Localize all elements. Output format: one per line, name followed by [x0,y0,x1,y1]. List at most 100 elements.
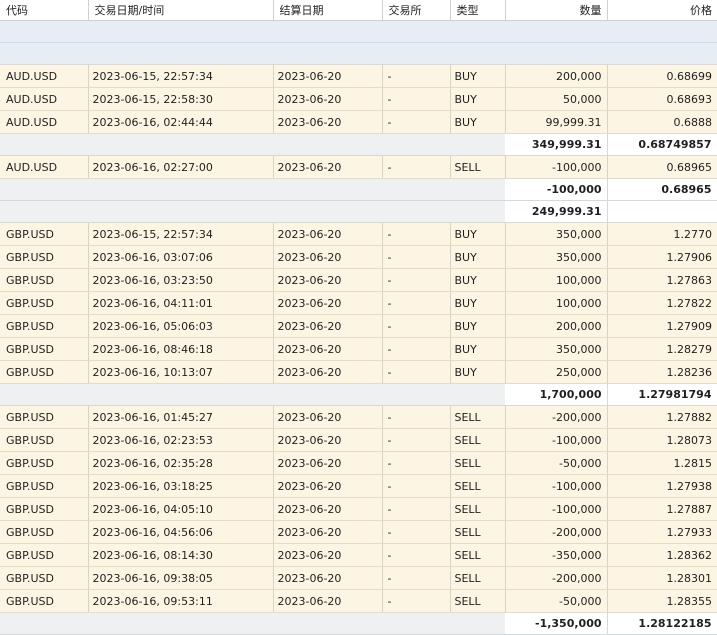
table-row[interactable]: GBP.USD 2023-06-16, 08:46:18 2023-06-20- BU… [0,337,717,361]
cell-quantity: 200,000 [505,314,608,338]
cell-price: 1.28301 [607,566,717,590]
cell-settle-date: 2023-06-20 [273,360,383,384]
cell-quantity: -100,000 [505,474,608,498]
cell-settle-date: 2023-06-20 [273,520,383,544]
cell-exchange: - [382,360,451,384]
table-row[interactable]: AUD.USD 2023-06-15, 22:58:30 2023-06-20- BU… [0,87,717,111]
cell-type: SELL [450,520,506,544]
cell-exchange: - [382,87,451,111]
cell-price: 1.2770 [607,222,717,246]
cell-quantity: 250,000 [505,360,608,384]
header-settle-date[interactable]: 结算日期 [273,0,383,21]
table-row[interactable]: GBP.USD 2023-06-16, 04:11:01 2023-06-20- BU… [0,291,717,315]
table-row[interactable]: GBP.USD 2023-06-16, 03:23:50 2023-06-20- BU… [0,268,717,292]
subtotal-quantity: -1,350,000 [505,612,608,635]
cell-settle-date: 2023-06-20 [273,155,383,179]
cell-type: SELL [450,405,506,429]
cell-symbol: GBP.USD [0,474,89,498]
table-row[interactable]: GBP.USD 2023-06-16, 02:23:53 2023-06-20- SE… [0,428,717,452]
cell-exchange: - [382,337,451,361]
cell-trade-datetime: 2023-06-16, 02:27:00 [88,155,274,179]
cell-symbol: GBP.USD [0,589,89,613]
cell-settle-date: 2023-06-20 [273,245,383,269]
cell-symbol: GBP.USD [0,451,89,475]
cell-exchange: - [382,474,451,498]
cell-symbol: GBP.USD [0,314,89,338]
cell-symbol: GBP.USD [0,566,89,590]
cell-exchange: - [382,543,451,567]
table-row[interactable]: GBP.USD 2023-06-15, 22:57:34 2023-06-20- BU… [0,222,717,246]
header-trade-datetime[interactable]: 交易日期/时间 [88,0,274,21]
table-row[interactable]: GBP.USD 2023-06-16, 01:45:27 2023-06-20- SE… [0,405,717,429]
header-exchange[interactable]: 交易所 [382,0,451,21]
cell-settle-date: 2023-06-20 [273,428,383,452]
cell-quantity: -100,000 [505,497,608,521]
cell-settle-date: 2023-06-20 [273,589,383,613]
cell-quantity: -50,000 [505,589,608,613]
table-row[interactable]: GBP.USD 2023-06-16, 09:38:05 2023-06-20- SE… [0,566,717,590]
cell-price: 1.27909 [607,314,717,338]
cell-price: 0.68693 [607,87,717,111]
cell-price: 1.27887 [607,497,717,521]
cell-quantity: -100,000 [505,428,608,452]
cell-type: BUY [450,64,506,88]
cell-quantity: 100,000 [505,268,608,292]
cell-type: BUY [450,222,506,246]
subtotal-quantity: 1,700,000 [505,383,608,406]
cell-type: BUY [450,110,506,134]
cell-trade-datetime: 2023-06-16, 03:18:25 [88,474,274,498]
cell-price: 1.2815 [607,451,717,475]
cell-symbol: GBP.USD [0,222,89,246]
header-price[interactable]: 价格 [607,0,717,21]
cell-settle-date: 2023-06-20 [273,566,383,590]
cell-trade-datetime: 2023-06-16, 05:06:03 [88,314,274,338]
cell-trade-datetime: 2023-06-16, 03:23:50 [88,268,274,292]
table-row[interactable]: GBP.USD 2023-06-16, 04:56:06 2023-06-20- SE… [0,520,717,544]
cell-trade-datetime: 2023-06-15, 22:57:34 [88,64,274,88]
cell-symbol: GBP.USD [0,268,89,292]
cell-type: SELL [450,155,506,179]
cell-type: SELL [450,451,506,475]
table-row[interactable]: GBP.USD 2023-06-16, 10:13:07 2023-06-20- BU… [0,360,717,384]
cell-price: 1.27933 [607,520,717,544]
cell-price: 1.27938 [607,474,717,498]
table-row[interactable]: GBP.USD 2023-06-16, 08:14:30 2023-06-20- SE… [0,543,717,567]
cell-exchange: - [382,566,451,590]
subtotal-spacer [0,612,505,635]
header-quantity[interactable]: 数量 [505,0,608,21]
cell-trade-datetime: 2023-06-15, 22:58:30 [88,87,274,111]
cell-quantity: 350,000 [505,245,608,269]
table-row[interactable]: GBP.USD 2023-06-16, 03:18:25 2023-06-20- SE… [0,474,717,498]
subtotal-quantity: 249,999.31 [505,200,608,223]
cell-price: 1.28362 [607,543,717,567]
cell-quantity: -200,000 [505,520,608,544]
header-symbol[interactable]: 代码 [0,0,89,21]
subtotal-price [607,200,717,223]
cell-quantity: 50,000 [505,87,608,111]
cell-type: SELL [450,428,506,452]
cell-trade-datetime: 2023-06-16, 04:05:10 [88,497,274,521]
table-row[interactable]: GBP.USD 2023-06-16, 09:53:11 2023-06-20- SE… [0,589,717,613]
table-row[interactable]: GBP.USD 2023-06-16, 02:35:28 2023-06-20- SE… [0,451,717,475]
cell-quantity: 350,000 [505,337,608,361]
header-type[interactable]: 类型 [450,0,506,21]
table-row[interactable]: GBP.USD 2023-06-16, 05:06:03 2023-06-20- BU… [0,314,717,338]
cell-exchange: - [382,497,451,521]
cell-quantity: -100,000 [505,155,608,179]
cell-exchange: - [382,405,451,429]
subtotal-row: 249,999.31 [0,200,717,223]
subtotal-row: -100,000 0.68965 [0,178,717,201]
table-row[interactable]: AUD.USD 2023-06-16, 02:44:44 2023-06-20- BU… [0,110,717,134]
table-row[interactable]: AUD.USD 2023-06-16, 02:27:00 2023-06-20- SE… [0,155,717,179]
cell-exchange: - [382,428,451,452]
subtotal-price: 1.28122185 [607,612,717,635]
cell-price: 1.28236 [607,360,717,384]
table-row[interactable]: AUD.USD 2023-06-15, 22:57:34 2023-06-20- BU… [0,64,717,88]
cell-symbol: GBP.USD [0,543,89,567]
table-row[interactable]: GBP.USD 2023-06-16, 03:07:06 2023-06-20- BU… [0,245,717,269]
subtotal-price: 0.68749857 [607,133,717,156]
cell-trade-datetime: 2023-06-16, 02:44:44 [88,110,274,134]
cell-type: BUY [450,314,506,338]
cell-trade-datetime: 2023-06-15, 22:57:34 [88,222,274,246]
table-row[interactable]: GBP.USD 2023-06-16, 04:05:10 2023-06-20- SE… [0,497,717,521]
